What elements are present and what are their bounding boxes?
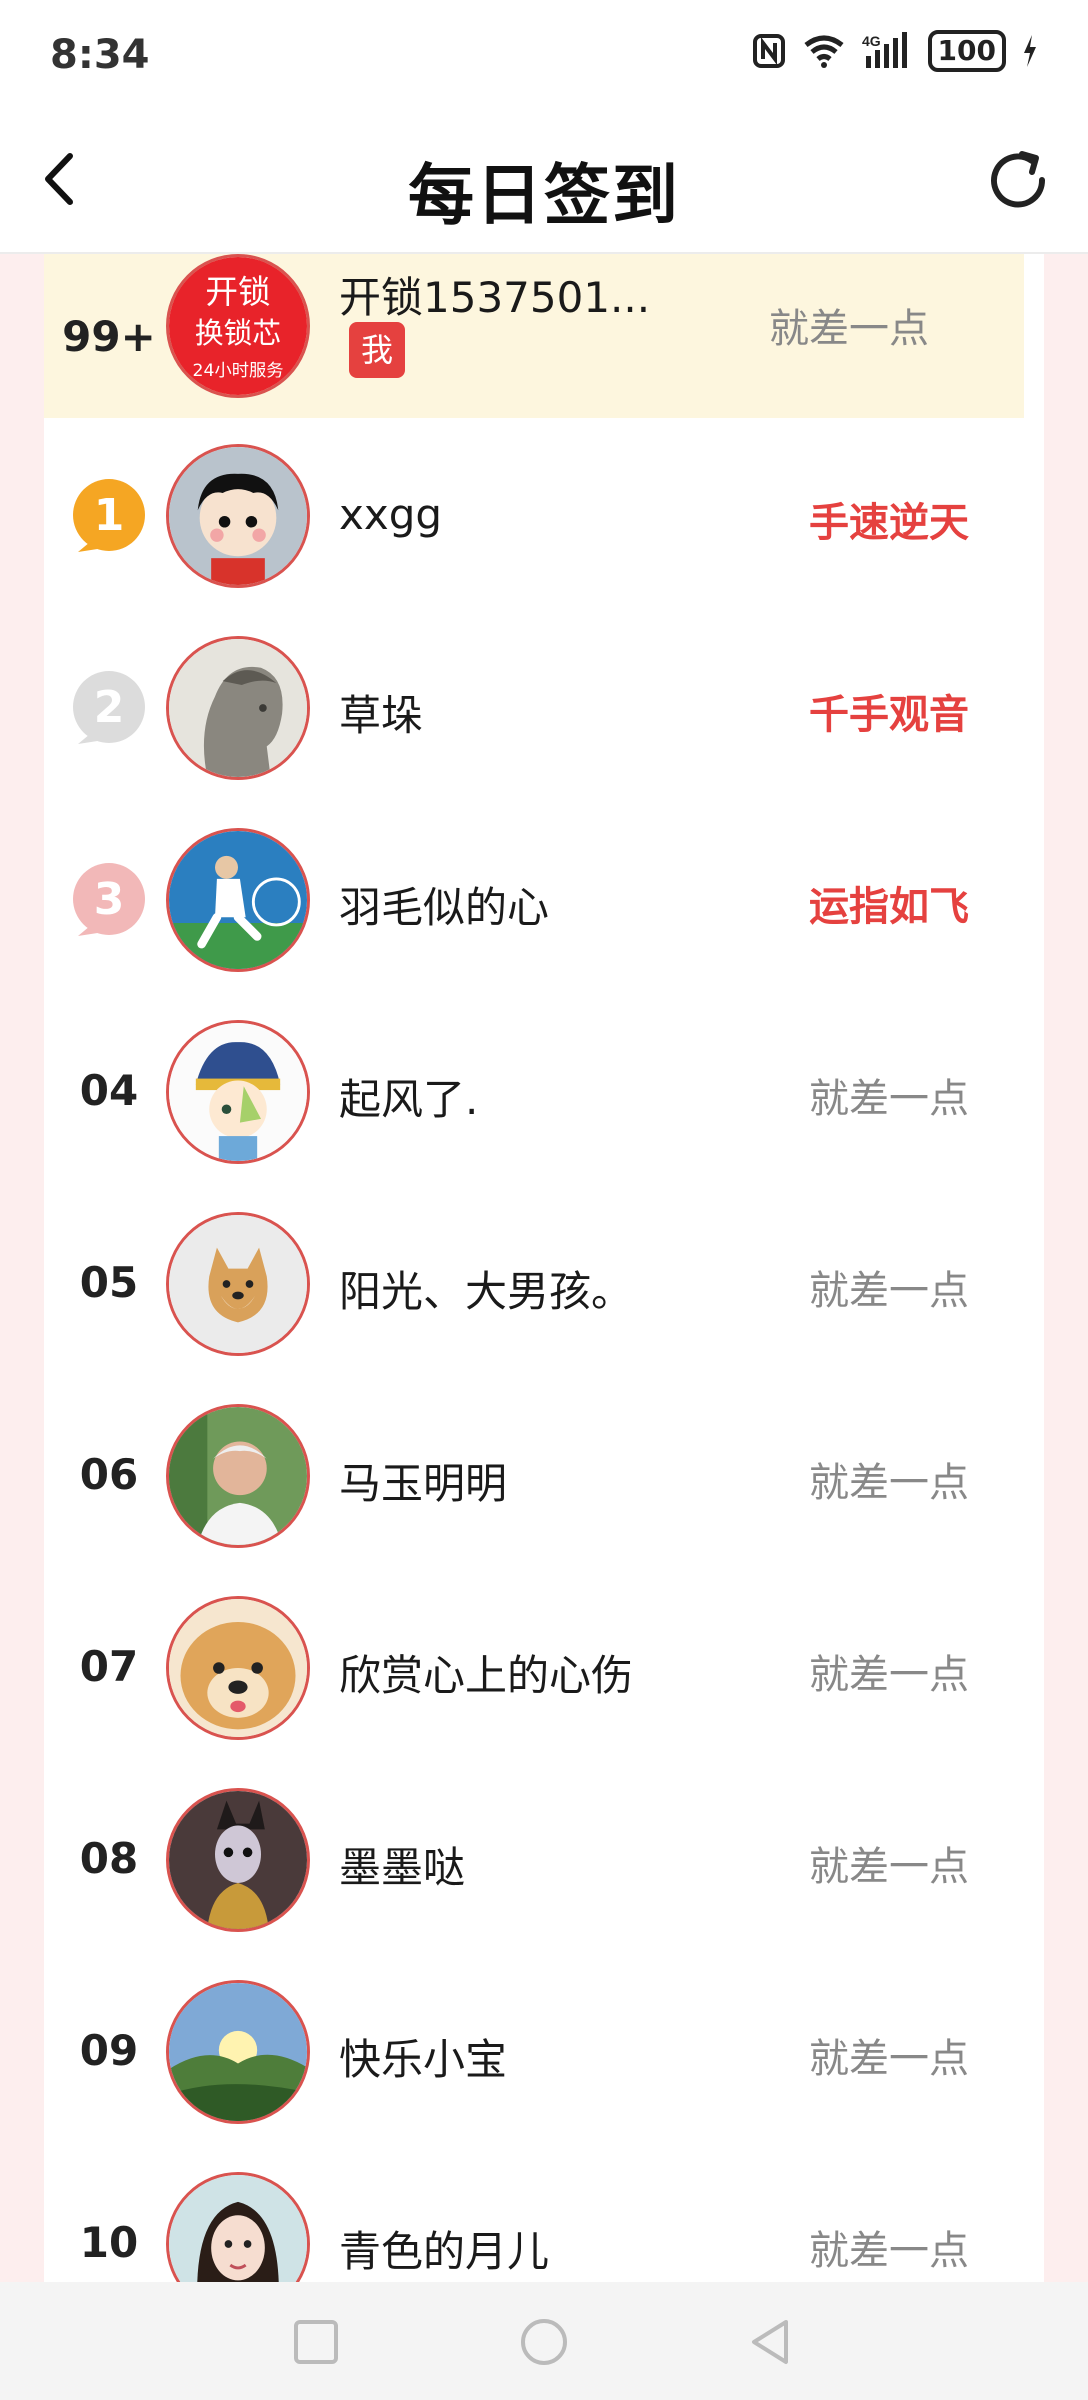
nfc-icon: [752, 34, 785, 68]
charging-icon: [1024, 35, 1036, 67]
avatar-image: [169, 1023, 307, 1161]
user-name: xxgg: [339, 490, 443, 539]
me-badge: 我: [349, 322, 405, 378]
page-title: 每日签到: [408, 157, 680, 234]
my-rank-row[interactable]: 99+ 开锁 换锁芯 24小时服务 开锁1537501... 我 就差一点: [44, 254, 1024, 418]
rank-number: 07: [79, 1642, 139, 1691]
sign-status: 手速逆天: [809, 500, 969, 546]
user-name: 起风了.: [339, 1075, 479, 1124]
refresh-button[interactable]: [982, 144, 1054, 216]
sign-status: 就差一点: [769, 306, 929, 352]
ranking-list: 99+ 开锁 换锁芯 24小时服务 开锁1537501... 我 就差一点 1: [44, 254, 1044, 2282]
avatar-text-2: 换锁芯: [195, 316, 281, 350]
rank-number: 10: [79, 2218, 139, 2267]
sign-status: 运指如飞: [809, 884, 969, 930]
back-triangle-icon[interactable]: [740, 2312, 800, 2372]
sign-status: 就差一点: [809, 1460, 969, 1506]
rank-number: 06: [79, 1450, 139, 1499]
gold-medal-icon: 1: [73, 479, 145, 552]
avatar[interactable]: [166, 1980, 310, 2124]
status-time: 8:34: [50, 32, 150, 78]
status-bar: 8:34 4G 100: [0, 0, 1088, 110]
rank-row[interactable]: 10 青色的月儿 就差一点: [44, 2148, 1044, 2282]
avatar-image: [169, 1791, 307, 1929]
sign-status: 千手观音: [809, 692, 969, 738]
user-name: 马玉明明: [339, 1459, 508, 1508]
svg-text:4G: 4G: [862, 33, 881, 49]
rank-number: 09: [79, 2026, 139, 2075]
battery-indicator: 100: [927, 30, 1006, 72]
avatar[interactable]: [166, 1212, 310, 1356]
avatar-image: [169, 831, 307, 969]
avatar-image: [169, 639, 307, 777]
user-name: 青色的月儿: [339, 2227, 550, 2276]
avatar[interactable]: [166, 828, 310, 972]
rank-row[interactable]: 07 欣赏心上的心伤 就差一点: [44, 1572, 1044, 1764]
user-name: 墨墨哒: [339, 1843, 466, 1892]
home-icon[interactable]: [514, 2312, 574, 2372]
avatar-image: [169, 1215, 307, 1353]
rank-number: 99+: [62, 312, 156, 361]
rank-row[interactable]: 04 起风了. 就差一点: [44, 996, 1044, 1188]
app-header: 每日签到: [0, 110, 1088, 254]
avatar-image: [169, 2175, 307, 2282]
rank-row[interactable]: 3 羽毛似的心 运指如飞: [44, 804, 1044, 996]
system-nav-bar: [0, 2282, 1088, 2400]
user-name: 开锁1537501...: [339, 273, 651, 322]
avatar[interactable]: [166, 636, 310, 780]
avatar[interactable]: [166, 1404, 310, 1548]
avatar-image: [169, 447, 307, 585]
rank-row[interactable]: 06 马玉明明 就差一点: [44, 1380, 1044, 1572]
user-name: 欣赏心上的心伤: [339, 1651, 634, 1700]
avatar[interactable]: 开锁 换锁芯 24小时服务: [166, 254, 310, 398]
status-icons: 4G 100: [752, 30, 1038, 72]
avatar-image: [169, 1983, 307, 2121]
sign-status: 就差一点: [809, 1268, 969, 1314]
avatar[interactable]: [166, 444, 310, 588]
avatar-text-3: 24小时服务: [193, 361, 284, 381]
avatar-image: [169, 1599, 307, 1737]
avatar[interactable]: [166, 1020, 310, 1164]
avatar-image: [169, 1407, 307, 1545]
rank-number: 04: [79, 1066, 139, 1115]
avatar[interactable]: [166, 1788, 310, 1932]
rank-number: 1: [94, 490, 125, 541]
avatar-image: 开锁 换锁芯 24小时服务: [169, 257, 307, 395]
avatar[interactable]: [166, 2172, 310, 2282]
rank-row[interactable]: 2 草垛 千手观音: [44, 612, 1044, 804]
sign-status: 就差一点: [809, 2228, 969, 2274]
avatar-text-1: 开锁: [205, 273, 270, 311]
refresh-icon: [991, 151, 1046, 208]
rank-row[interactable]: 1 xxgg 手速逆天: [44, 420, 1044, 612]
user-name: 快乐小宝: [339, 2035, 508, 2084]
rank-row[interactable]: 09 快乐小宝 就差一点: [44, 1956, 1044, 2148]
wifi-icon: [804, 35, 844, 68]
user-name: 草垛: [339, 691, 424, 740]
rank-number: 05: [79, 1258, 139, 1307]
sign-status: 就差一点: [809, 2036, 969, 2082]
rank-number: 08: [79, 1834, 139, 1883]
sign-status: 就差一点: [809, 1652, 969, 1698]
recent-apps-icon[interactable]: [286, 2312, 346, 2372]
sign-status: 就差一点: [809, 1076, 969, 1122]
user-name: 羽毛似的心: [339, 883, 550, 932]
rank-number: 2: [94, 682, 125, 733]
rank-row[interactable]: 05 阳光、大男孩。 就差一点: [44, 1188, 1044, 1380]
signal-4g-icon: 4G: [862, 32, 907, 68]
rank-row[interactable]: 08 墨墨哒 就差一点: [44, 1764, 1044, 1956]
ranking-list-area[interactable]: 99+ 开锁 换锁芯 24小时服务 开锁1537501... 我 就差一点 1: [0, 254, 1088, 2282]
user-name: 阳光、大男孩。: [339, 1267, 634, 1316]
bronze-medal-icon: 3: [73, 863, 145, 936]
sign-status: 就差一点: [809, 1844, 969, 1890]
rank-number: 3: [94, 874, 125, 925]
silver-medal-icon: 2: [73, 671, 145, 744]
avatar[interactable]: [166, 1596, 310, 1740]
